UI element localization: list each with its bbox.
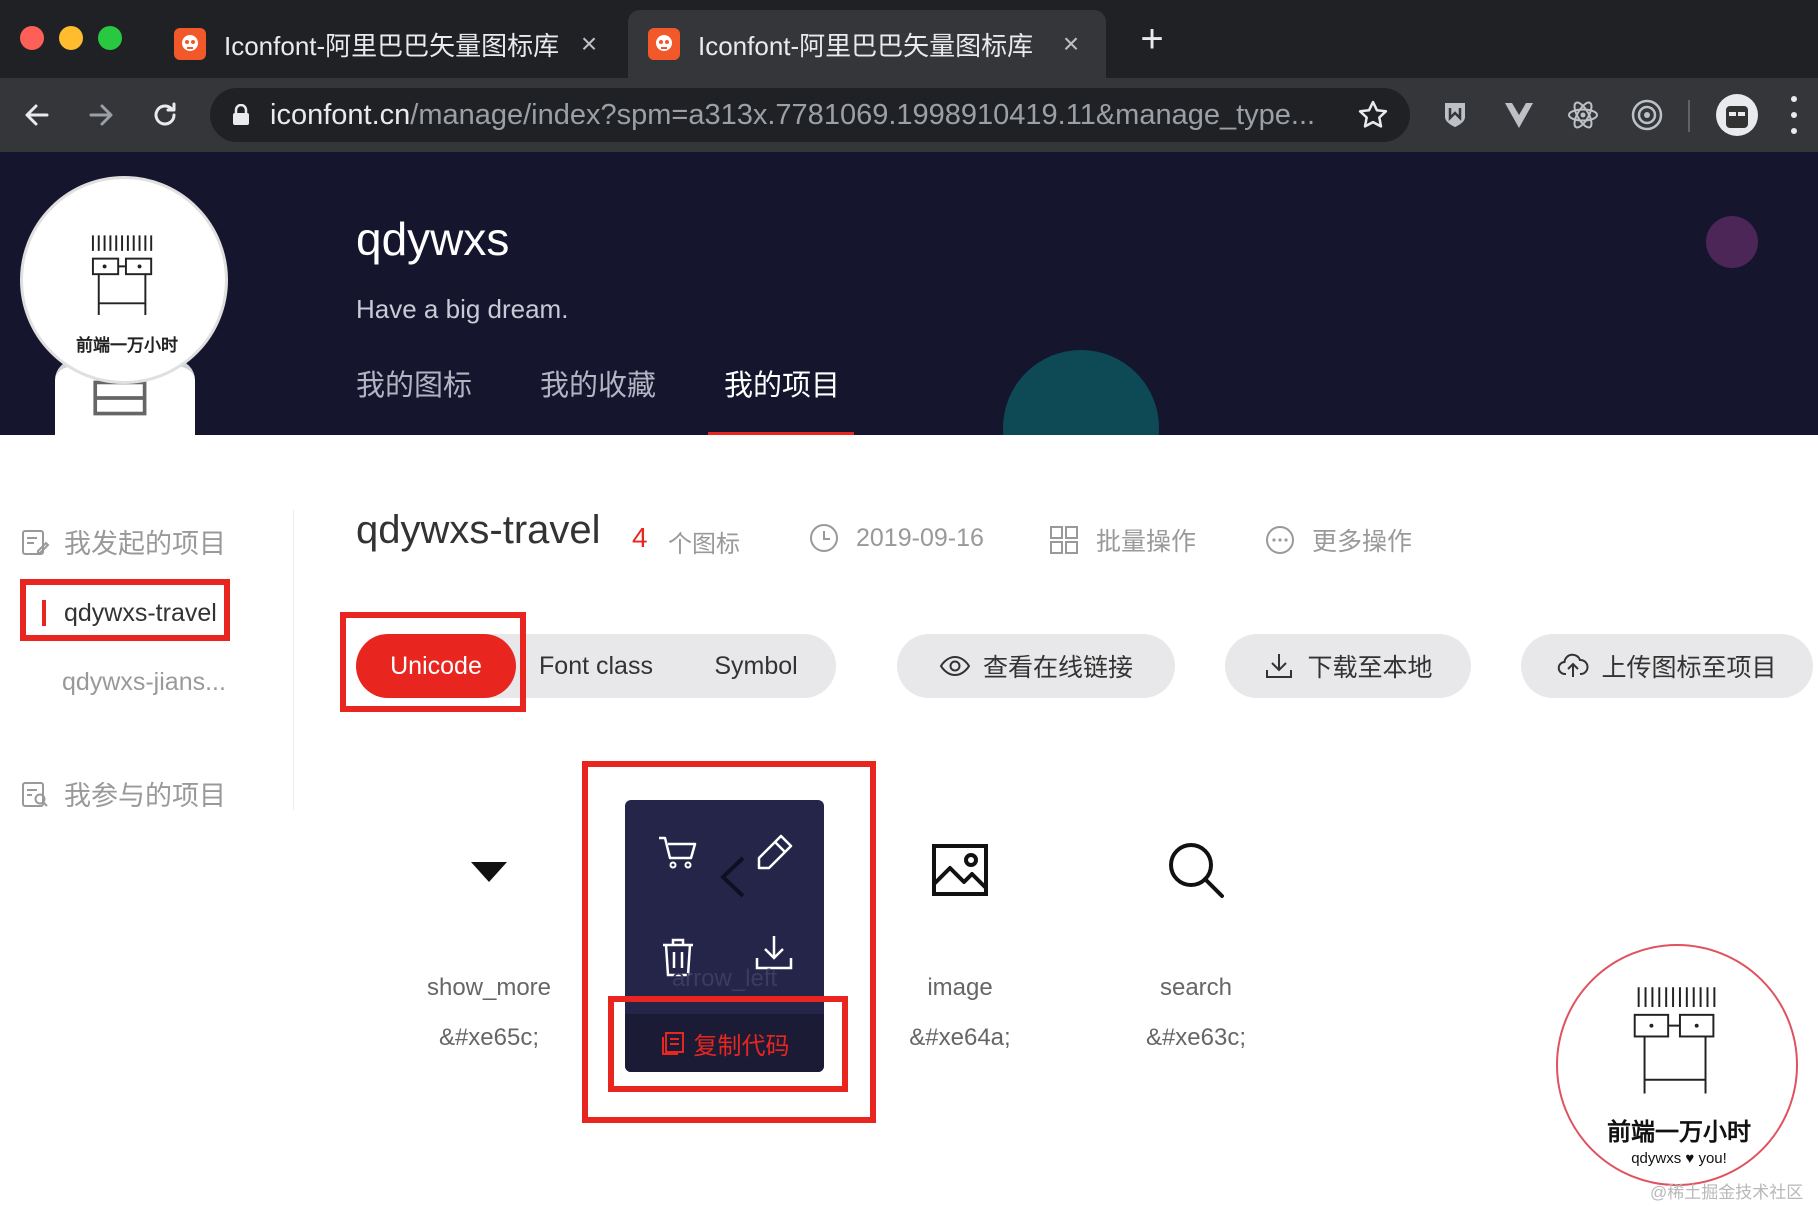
my-projects-label: 我发起的项目 xyxy=(64,529,226,559)
sticker-title: 前端一万小时 xyxy=(1607,1119,1751,1146)
sidebar-item-label: qdywxs-jians... xyxy=(62,667,226,696)
tab-close-icon[interactable]: × xyxy=(574,28,604,60)
icon-count-unit: 个图标 xyxy=(668,531,740,558)
profile-avatar[interactable] xyxy=(1716,94,1758,136)
window-maximize-button[interactable] xyxy=(98,26,122,50)
view-online-link-label: 查看在线链接 xyxy=(982,654,1133,682)
reload-button[interactable] xyxy=(140,90,190,140)
watermark: @稀土掘金技术社区 xyxy=(1650,1183,1804,1202)
project-title: qdywxs-travel xyxy=(356,508,601,552)
icon-name: show_more xyxy=(426,974,552,1001)
sticker-subtitle: qdywxs ♥ you! xyxy=(1631,1150,1727,1167)
back-button[interactable] xyxy=(12,90,62,140)
mode-symbol-button[interactable]: Symbol xyxy=(676,634,836,698)
user-motto: Have a big dream. xyxy=(356,294,569,324)
edit-doc-icon xyxy=(22,529,50,555)
browser-tab-active[interactable]: Iconfont-阿里巴巴矢量图标库 × xyxy=(628,10,1106,78)
icon-code[interactable]: &#xe65c; xyxy=(399,1024,579,1052)
icon-card-search[interactable]: search &#xe63c; xyxy=(1106,830,1286,1052)
shield-extension-icon[interactable] xyxy=(1436,96,1474,134)
username: qdywxs xyxy=(356,213,510,265)
highlight-box xyxy=(20,579,230,641)
grid-icon xyxy=(1050,526,1078,554)
sidebar-item-qdywxs-jians[interactable]: qdywxs-jians... xyxy=(20,652,230,712)
forward-button[interactable] xyxy=(76,90,126,140)
address-bar[interactable]: iconfont.cn/manage/index?spm=a313x.77810… xyxy=(210,88,1410,142)
clock-icon xyxy=(810,524,838,552)
profile-banner: qdywxs Have a big dream. 我的图标 我的收藏 我的项目 xyxy=(0,152,1818,435)
window-minimize-button[interactable] xyxy=(59,26,83,50)
tab-my-icons[interactable]: 我的图标 xyxy=(356,362,472,404)
search-icon xyxy=(1106,830,1286,910)
decorative-circle xyxy=(1706,216,1758,268)
image-icon xyxy=(870,830,1050,910)
icon-card-image[interactable]: image &#xe64a; xyxy=(870,830,1050,1052)
caret-down-icon xyxy=(399,830,579,910)
project-date: 2019-09-16 xyxy=(808,522,984,554)
more-operations-button[interactable]: 更多操作 xyxy=(1264,522,1412,558)
tab-close-icon[interactable]: × xyxy=(1056,28,1086,60)
project-date-text: 2019-09-16 xyxy=(856,523,984,552)
iconfont-favicon-icon xyxy=(648,28,680,60)
joined-projects-heading: 我参与的项目 xyxy=(20,774,226,813)
tab-my-projects[interactable]: 我的项目 xyxy=(724,362,840,404)
react-extension-icon[interactable] xyxy=(1564,96,1602,134)
url-path: /manage/index?spm=a313x.7781069.19989104… xyxy=(410,98,1316,131)
browser-tab-bar: Iconfont-阿里巴巴矢量图标库 × Iconfont-阿里巴巴矢量图标库 … xyxy=(0,0,1818,78)
download-local-label: 下载至本地 xyxy=(1307,654,1433,682)
forward-icon xyxy=(89,104,113,126)
joined-projects-label: 我参与的项目 xyxy=(64,781,226,811)
view-online-link-button[interactable]: 查看在线链接 xyxy=(897,634,1175,698)
highlight-box xyxy=(340,612,526,712)
url-text: iconfont.cn/manage/index?spm=a313x.77810… xyxy=(270,99,1356,132)
upload-icons-label: 上传图标至项目 xyxy=(1601,654,1777,682)
highlight-box xyxy=(608,996,848,1092)
download-local-button[interactable]: 下载至本地 xyxy=(1225,634,1471,698)
iconfont-favicon-icon xyxy=(174,28,206,60)
new-tab-button[interactable]: + xyxy=(1132,19,1172,59)
back-icon xyxy=(25,104,49,126)
more-icon xyxy=(1266,526,1294,554)
icon-count: 4 xyxy=(632,522,648,553)
icon-name: image xyxy=(927,974,993,1001)
tab-title: Iconfont-阿里巴巴矢量图标库 xyxy=(698,30,1034,61)
toolbar-separator xyxy=(1688,100,1690,132)
decorative-circle xyxy=(1003,350,1159,435)
batch-operations-button[interactable]: 批量操作 xyxy=(1048,522,1196,558)
browser-toolbar: iconfont.cn/manage/index?spm=a313x.77810… xyxy=(0,78,1818,152)
download-icon xyxy=(1266,654,1293,678)
upload-icons-button[interactable]: 上传图标至项目 xyxy=(1521,634,1813,698)
icon-name: search xyxy=(1159,974,1233,1001)
menu-icon[interactable] xyxy=(1784,96,1804,134)
eye-icon xyxy=(939,655,971,677)
cloud-upload-icon xyxy=(1558,653,1589,677)
avatar-caption: 前端一万小时 xyxy=(76,336,178,355)
vue-extension-icon[interactable] xyxy=(1500,96,1538,134)
lock-icon xyxy=(233,104,249,125)
window-close-button[interactable] xyxy=(20,26,44,50)
mode-font-class-button[interactable]: Font class xyxy=(516,634,676,698)
icon-card-show-more[interactable]: show_more &#xe65c; xyxy=(399,830,579,1052)
my-projects-heading: 我发起的项目 xyxy=(20,522,226,561)
active-tab-underline xyxy=(708,432,854,435)
browser-tab[interactable]: Iconfont-阿里巴巴矢量图标库 × xyxy=(154,10,624,78)
reload-icon xyxy=(154,102,176,126)
star-icon[interactable] xyxy=(1356,98,1390,132)
tab-title: Iconfont-阿里巴巴矢量图标库 xyxy=(224,30,560,61)
target-extension-icon[interactable] xyxy=(1628,96,1666,134)
icon-code[interactable]: &#xe64a; xyxy=(870,1024,1050,1052)
tab-my-favorites[interactable]: 我的收藏 xyxy=(540,362,656,404)
search-doc-icon xyxy=(22,781,48,807)
batch-operations-label: 批量操作 xyxy=(1096,528,1197,556)
sidebar-divider xyxy=(293,510,294,810)
brand-sticker: 前端一万小时 qdywxs ♥ you! xyxy=(1556,944,1798,1186)
url-host: iconfont.cn xyxy=(270,98,411,131)
sticker-illustration xyxy=(1633,987,1716,1094)
icon-code[interactable]: &#xe63c; xyxy=(1106,1024,1286,1052)
avatar[interactable]: 前端一万小时 xyxy=(20,176,228,384)
more-operations-label: 更多操作 xyxy=(1312,528,1413,556)
